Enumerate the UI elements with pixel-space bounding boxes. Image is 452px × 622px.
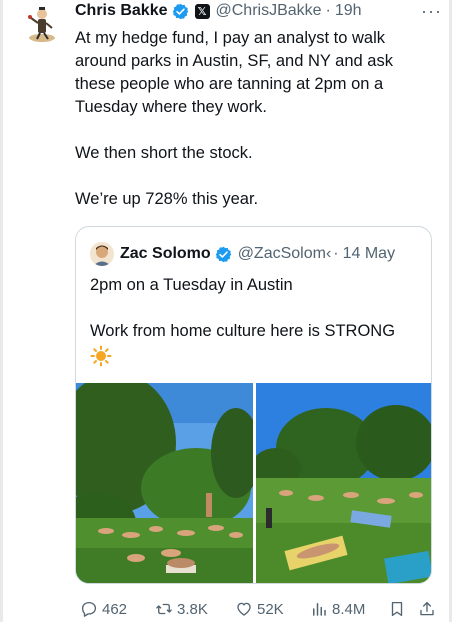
- separator-dot: ·: [333, 245, 339, 262]
- sun-emoji-icon: [90, 345, 112, 367]
- share-button[interactable]: [418, 600, 436, 618]
- author-name[interactable]: Chris Bakke: [75, 2, 168, 20]
- reply-icon: [81, 601, 97, 617]
- tweet-time[interactable]: 19h: [335, 2, 362, 20]
- like-count: 52K: [257, 600, 284, 618]
- quoted-photos: [76, 383, 431, 583]
- quoted-tweet-date: 14 May: [342, 245, 396, 262]
- bookmark-icon: [391, 601, 403, 617]
- tweet-text: At my hedge fund, I pay an analyst to wa…: [75, 27, 425, 211]
- quoted-author-avatar: [90, 242, 114, 266]
- verified-badge-icon: [172, 3, 188, 19]
- quoted-tweet-text: 2pm on a Tuesday in Austin Work from hom…: [90, 274, 420, 374]
- left-frame-edge: [0, 0, 3, 622]
- bookmark-button[interactable]: [388, 600, 418, 618]
- author-handle[interactable]: @ChrisJBakke: [216, 2, 322, 20]
- views-chart-icon: [313, 603, 326, 616]
- verified-badge-icon: [215, 246, 231, 262]
- views-button[interactable]: 8.4M: [310, 600, 388, 618]
- quoted-author-handle: @ZacSolom‹: [237, 245, 332, 262]
- repost-icon: [156, 603, 172, 615]
- park-photo-2[interactable]: [256, 383, 431, 583]
- tweet-header: Chris Bakke 𝕏 @ChrisJBakke · 19h ···: [75, 0, 442, 22]
- tweet-paragraph: We then short the stock.: [75, 144, 253, 162]
- tweet-paragraph: We’re up 728% this year.: [75, 190, 259, 208]
- x-badge-icon: 𝕏: [194, 3, 210, 19]
- reply-count: 462: [102, 600, 128, 618]
- repost-count: 3.8K: [177, 600, 208, 618]
- views-count: 8.4M: [332, 600, 366, 618]
- quoted-paragraph: Work from home culture here is STRONG: [90, 322, 396, 340]
- tweet-actions: 462 3.8K 52K 8.4M: [80, 597, 442, 621]
- quoted-tweet-header: Zac Solomo @ZacSolom‹ · 14 May: [90, 241, 421, 267]
- tweet-paragraph: At my hedge fund, I pay an analyst to wa…: [75, 29, 393, 116]
- like-button[interactable]: 52K: [235, 600, 310, 618]
- separator-dot: ·: [325, 2, 331, 19]
- quoted-paragraph: 2pm on a Tuesday in Austin: [90, 276, 293, 294]
- quoted-author-name: Zac Solomo: [120, 245, 211, 262]
- share-icon: [420, 601, 434, 616]
- repost-button[interactable]: 3.8K: [155, 600, 235, 618]
- quoted-tweet[interactable]: Zac Solomo @ZacSolom‹ · 14 May 2pm on a …: [75, 226, 432, 584]
- reply-button[interactable]: 462: [80, 600, 155, 618]
- park-photo-1[interactable]: [76, 383, 253, 583]
- more-options-icon[interactable]: ···: [421, 1, 442, 22]
- heart-icon: [237, 602, 251, 616]
- author-avatar[interactable]: [21, 1, 63, 43]
